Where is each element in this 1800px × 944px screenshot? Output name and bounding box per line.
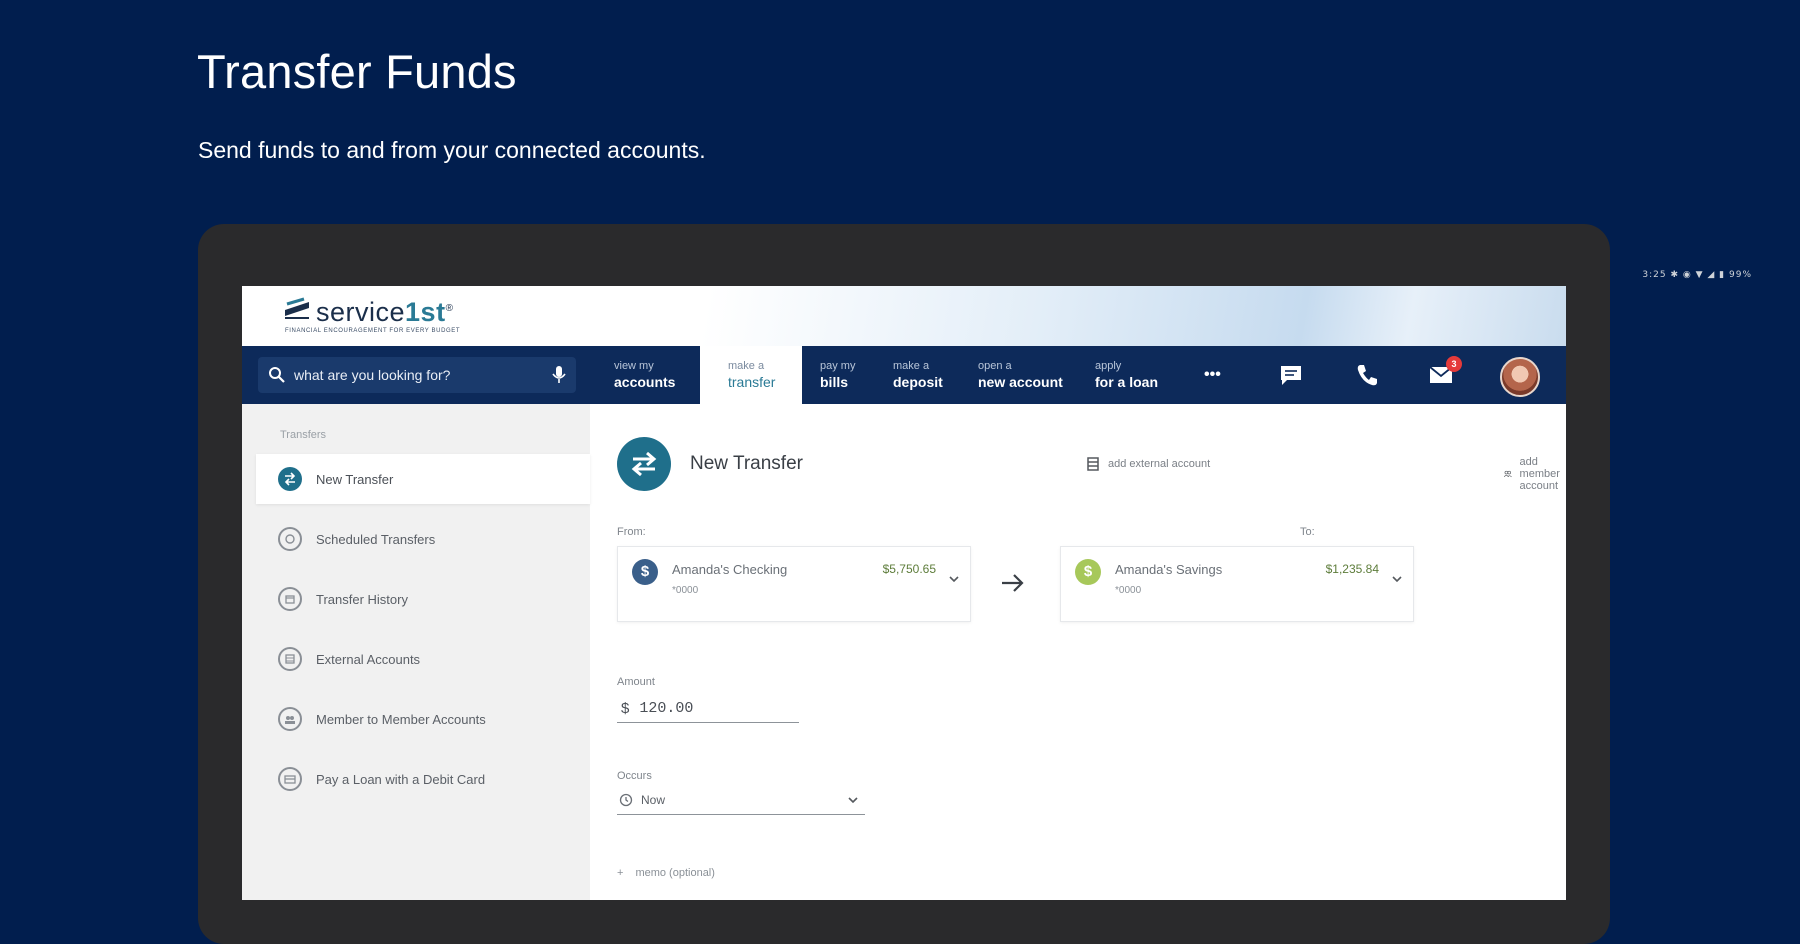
nav-transfer-small: make a xyxy=(728,360,765,372)
sidebar-item-label: New Transfer xyxy=(316,471,394,487)
plus-icon: + xyxy=(617,867,624,879)
sidebar-item-external-accounts[interactable]: External Accounts xyxy=(256,634,590,684)
nav-loan-small: apply xyxy=(1095,360,1122,372)
to-account-balance: $1,235.84 xyxy=(1325,562,1379,576)
nav-bills-small: pay my xyxy=(820,360,856,372)
add-member-icon xyxy=(1504,470,1512,478)
add-member-account-button[interactable]: add member account xyxy=(1504,456,1566,492)
to-account-select[interactable]: $ Amanda's Savings *0000 $1,235.84 xyxy=(1060,546,1414,622)
search-box xyxy=(258,357,576,393)
nav-loan[interactable]: apply for a loan xyxy=(1095,346,1158,404)
nav-accounts-small: view my xyxy=(614,360,654,372)
chevron-down-icon xyxy=(848,797,858,804)
sidebar-item-new-transfer[interactable]: New Transfer xyxy=(256,454,590,504)
sidebar-item-pay-loan-debit[interactable]: Pay a Loan with a Debit Card xyxy=(256,754,590,804)
sidebar-item-label: Member to Member Accounts xyxy=(316,711,486,727)
clock-icon xyxy=(619,793,633,807)
add-external-account-label: add external account xyxy=(1108,458,1211,470)
search-input[interactable] xyxy=(292,366,546,384)
user-avatar[interactable] xyxy=(1500,357,1540,397)
more-icon: ••• xyxy=(1204,366,1221,383)
add-memo-button[interactable]: + memo (optional) xyxy=(617,867,715,879)
nav-deposit[interactable]: make a deposit xyxy=(893,346,943,404)
amount-input[interactable] xyxy=(637,698,782,718)
from-account-balance: $5,750.65 xyxy=(882,562,936,576)
promo-subtitle: Send funds to and from your connected ac… xyxy=(198,137,706,163)
add-external-account-button[interactable]: add external account xyxy=(1086,456,1210,472)
scheduled-icon xyxy=(278,527,302,551)
occurs-value: Now xyxy=(641,793,666,807)
nav-deposit-label: deposit xyxy=(893,374,943,390)
currency-symbol: $ xyxy=(621,699,630,717)
nav-deposit-small: make a xyxy=(893,360,930,372)
chat-icon[interactable] xyxy=(1278,362,1304,388)
dollar-icon: $ xyxy=(632,559,658,585)
nav-new-account[interactable]: open a new account xyxy=(978,346,1063,404)
new-transfer-panel: New Transfer add external account add me… xyxy=(590,404,1566,900)
nav-bills-label: bills xyxy=(820,374,849,390)
bank-icon xyxy=(278,647,302,671)
to-label: To: xyxy=(1300,526,1315,538)
brand-logo[interactable]: service1st® xyxy=(282,296,454,327)
transfers-sidebar: Transfers New Transfer Scheduled Transfe… xyxy=(242,404,590,900)
mail-badge: 3 xyxy=(1446,356,1462,372)
phone-icon[interactable] xyxy=(1354,362,1380,388)
app-screen: service1st® FINANCIAL ENCOURAGEMENT FOR … xyxy=(242,286,1566,900)
from-account-select[interactable]: $ Amanda's Checking *0000 $5,750.65 xyxy=(617,546,971,622)
to-account-name: Amanda's Savings xyxy=(1115,562,1223,577)
page-title: New Transfer xyxy=(690,453,803,474)
sidebar-item-transfer-history[interactable]: Transfer History xyxy=(256,574,590,624)
nav-new-account-label: new account xyxy=(978,374,1063,390)
occurs-label: Occurs xyxy=(617,770,652,782)
to-account-number: *0000 xyxy=(1115,585,1142,596)
main-navbar: view my accounts make a transfer pay my … xyxy=(242,346,1566,404)
promo-title: Transfer Funds xyxy=(197,45,517,98)
brand-name: service1st® xyxy=(316,297,454,327)
add-member-account-label: add member account xyxy=(1519,456,1560,492)
sidebar-item-label: Transfer History xyxy=(316,591,408,607)
search-icon xyxy=(269,367,285,383)
from-account-number: *0000 xyxy=(672,585,699,596)
chevron-down-icon xyxy=(949,576,959,583)
logo-mark-icon xyxy=(285,297,309,319)
chevron-down-icon xyxy=(1392,576,1402,583)
bank-building-icon xyxy=(1087,457,1099,471)
memo-label: memo (optional) xyxy=(635,867,715,879)
calendar-icon xyxy=(278,587,302,611)
sidebar-item-member-to-member[interactable]: Member to Member Accounts xyxy=(256,694,590,744)
from-label: From: xyxy=(617,526,646,538)
amount-label: Amount xyxy=(617,676,655,688)
mail-button[interactable]: 3 xyxy=(1428,356,1462,388)
nav-loan-label: for a loan xyxy=(1095,374,1159,390)
brand-header: service1st® FINANCIAL ENCOURAGEMENT FOR … xyxy=(242,286,1566,346)
nav-accounts[interactable]: view my accounts xyxy=(614,346,675,404)
microphone-icon[interactable] xyxy=(552,366,566,384)
sidebar-item-scheduled-transfers[interactable]: Scheduled Transfers xyxy=(256,514,590,564)
transfer-arrows-icon xyxy=(278,467,302,491)
nav-transfer[interactable]: make a transfer xyxy=(700,346,802,404)
amount-field: $ xyxy=(617,694,799,723)
sidebar-item-label: Pay a Loan with a Debit Card xyxy=(316,771,486,787)
arrow-right-icon xyxy=(1002,574,1024,592)
card-icon xyxy=(278,767,302,791)
sidebar-heading: Transfers xyxy=(280,429,327,441)
nav-transfer-label: transfer xyxy=(728,374,776,390)
nav-bills[interactable]: pay my bills xyxy=(820,346,855,404)
sidebar-item-label: Scheduled Transfers xyxy=(316,531,436,547)
from-account-name: Amanda's Checking xyxy=(672,562,788,577)
sidebar-item-label: External Accounts xyxy=(316,651,421,667)
nav-accounts-label: accounts xyxy=(614,374,676,390)
members-icon xyxy=(278,707,302,731)
status-bar: 3:25 ✱ ◉ ▼ ◢ ▮ 99% xyxy=(1642,270,1752,280)
more-menu-button[interactable]: ••• xyxy=(1204,346,1221,404)
transfer-icon xyxy=(617,437,671,491)
occurs-select[interactable]: Now xyxy=(617,786,865,815)
dollar-icon: $ xyxy=(1075,559,1101,585)
brand-tagline: FINANCIAL ENCOURAGEMENT FOR EVERY BUDGET xyxy=(285,328,461,334)
nav-new-account-small: open a xyxy=(978,360,1012,372)
